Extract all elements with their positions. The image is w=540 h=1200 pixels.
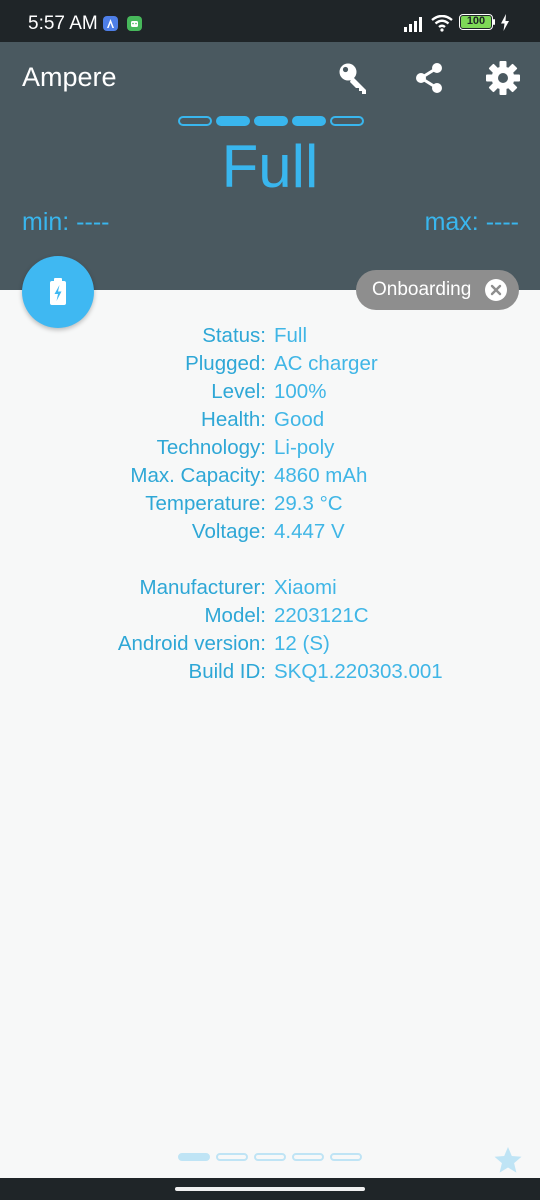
info-value: 100% — [274, 380, 327, 403]
info-label: Level: — [211, 380, 266, 403]
app-notification-icon — [103, 16, 118, 31]
battery-info-list: Status: Full Plugged: AC charger Level: … — [0, 322, 540, 686]
info-label: Technology: — [156, 436, 266, 459]
page-indicator-dot[interactable] — [292, 1153, 324, 1161]
level-segment — [292, 116, 326, 126]
page-indicator-dot[interactable] — [178, 1153, 210, 1161]
info-row-manufacturer: Manufacturer: Xiaomi — [0, 574, 540, 602]
level-segment — [216, 116, 250, 126]
star-icon[interactable] — [493, 1146, 523, 1174]
info-value: 2203121C — [274, 604, 369, 627]
level-segment — [178, 116, 212, 126]
info-label: Voltage: — [191, 520, 266, 543]
info-label: Max. Capacity: — [130, 464, 266, 487]
info-row-build-id: Build ID: SKQ1.220303.001 — [0, 658, 540, 686]
close-icon[interactable] — [485, 279, 507, 301]
page-indicator — [178, 1153, 364, 1161]
info-label: Android version: — [117, 632, 266, 655]
navigation-bar — [0, 1178, 540, 1200]
info-value: 4.447 V — [274, 520, 345, 543]
onboarding-chip[interactable]: Onboarding — [356, 270, 519, 310]
level-segment — [254, 116, 288, 126]
min-current: min: ---- — [22, 208, 110, 236]
battery-charging-icon — [50, 278, 66, 305]
info-value: Li-poly — [274, 436, 335, 459]
info-label: Health: — [201, 408, 266, 431]
app-title: Ampere — [22, 62, 117, 92]
info-value: 12 (S) — [274, 632, 330, 655]
wifi-icon — [431, 15, 453, 32]
status-icons: 100 — [404, 14, 514, 32]
level-segment — [330, 116, 364, 126]
battery-percent: 100 — [466, 15, 486, 27]
info-label: Status: — [202, 324, 266, 347]
info-label: Temperature: — [145, 492, 266, 515]
info-row-plugged: Plugged: AC charger — [0, 350, 540, 378]
key-icon[interactable] — [334, 58, 374, 98]
info-row-temperature: Temperature: 29.3 °C — [0, 490, 540, 518]
status-bar: 5:57 AM 100 — [0, 0, 540, 42]
android-notification-icon — [127, 16, 142, 31]
info-row-model: Model: 2203121C — [0, 602, 540, 630]
info-row-android-version: Android version: 12 (S) — [0, 630, 540, 658]
info-value: SKQ1.220303.001 — [274, 660, 443, 683]
onboarding-chip-label: Onboarding — [372, 279, 472, 300]
info-row-level: Level: 100% — [0, 378, 540, 406]
info-label: Build ID: — [188, 660, 266, 683]
info-label: Manufacturer: — [139, 576, 266, 599]
info-row-voltage: Voltage: 4.447 V — [0, 518, 540, 546]
page-indicator-dot[interactable] — [216, 1153, 248, 1161]
info-label: Model: — [204, 604, 266, 627]
page-indicator-dot[interactable] — [254, 1153, 286, 1161]
info-value: AC charger — [274, 352, 378, 375]
info-value: 4860 mAh — [274, 464, 368, 487]
status-time: 5:57 AM — [28, 13, 98, 34]
info-row-status: Status: Full — [0, 322, 540, 350]
settings-gear-icon[interactable] — [483, 58, 523, 98]
info-label: Plugged: — [185, 352, 266, 375]
info-row-capacity: Max. Capacity: 4860 mAh — [0, 462, 540, 490]
charging-status: Full — [221, 133, 319, 200]
max-current: max: ---- — [424, 208, 519, 236]
home-indicator[interactable] — [175, 1187, 365, 1191]
battery-icon: 100 — [459, 14, 493, 30]
info-value: Good — [274, 408, 325, 431]
app-header: Ampere Full min: ---- max: ---- — [0, 42, 540, 290]
battery-fab-button[interactable] — [22, 256, 94, 328]
info-value: Xiaomi — [274, 576, 337, 599]
charging-bolt-icon — [501, 14, 509, 31]
info-value: Full — [274, 324, 308, 347]
page-indicator-dot[interactable] — [330, 1153, 362, 1161]
battery-level-segments — [178, 116, 364, 126]
info-row-health: Health: Good — [0, 406, 540, 434]
share-icon[interactable] — [409, 58, 449, 98]
info-row-technology: Technology: Li-poly — [0, 434, 540, 462]
info-value: 29.3 °C — [274, 492, 343, 515]
signal-icon — [404, 17, 422, 32]
